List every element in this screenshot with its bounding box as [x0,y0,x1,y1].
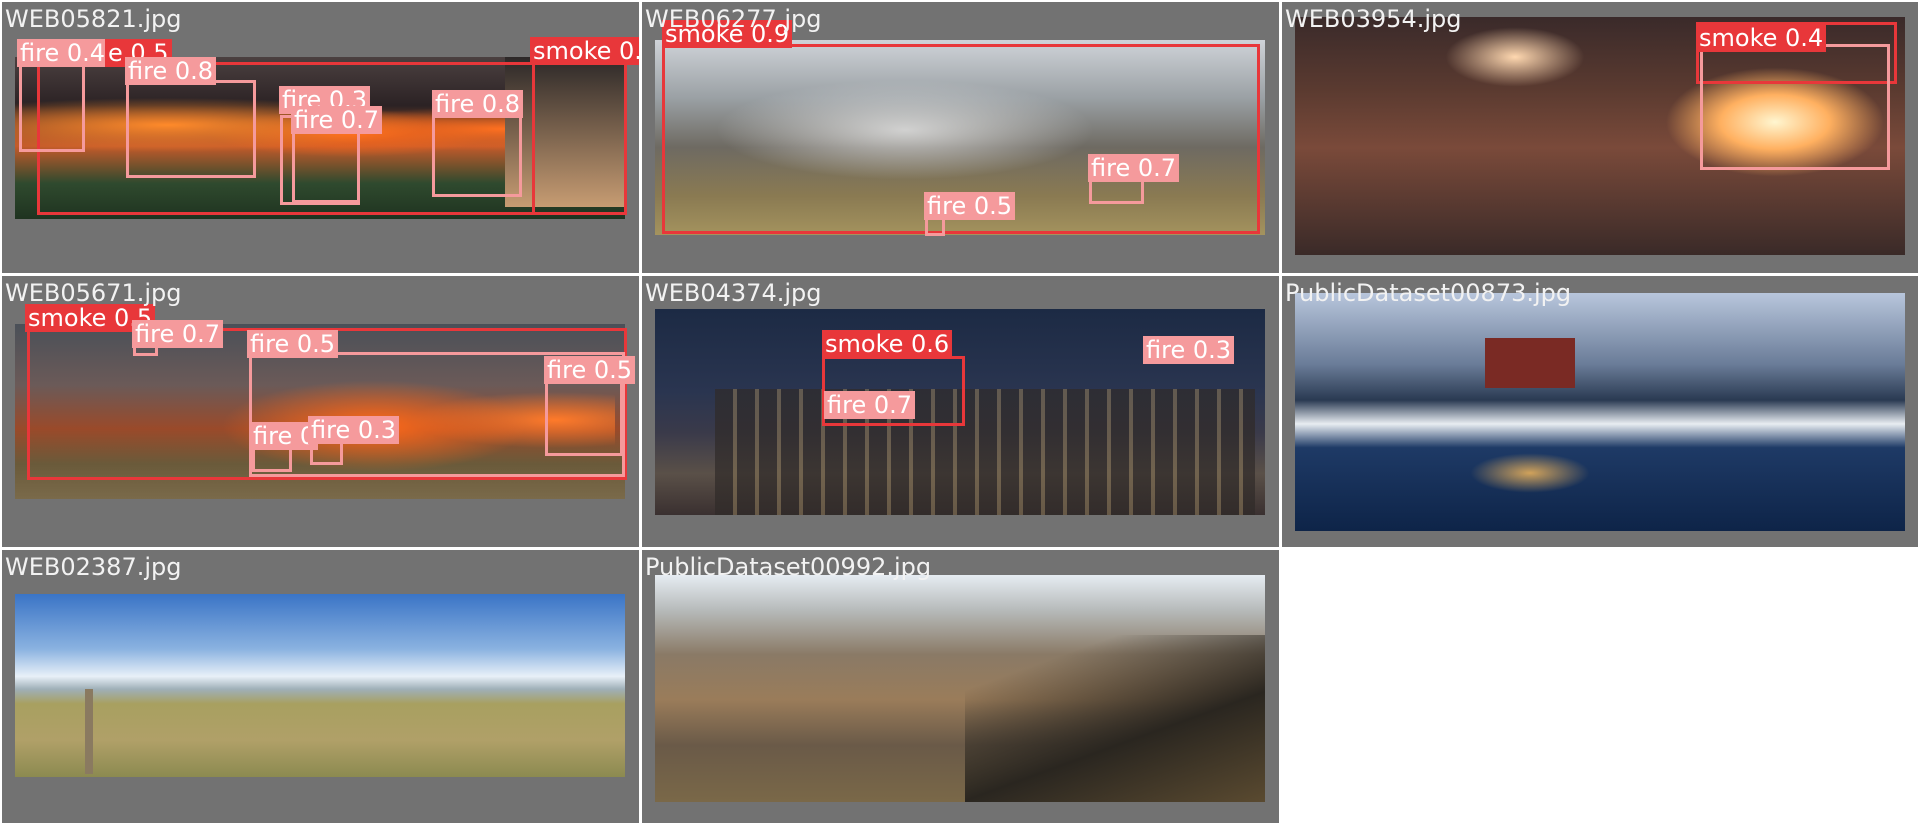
tile-filename: WEB02387.jpg [5,553,182,581]
tile-web03954: WEB03954.jpg smoke 0.4 [1282,2,1918,273]
detection-label: fire 0.5 [247,330,339,358]
tile-publicdataset00992: PublicDataset00992.jpg [642,550,1279,823]
winter-lake-photo [1295,293,1905,531]
fire-box [432,107,522,197]
detection-label: fire 0.3 [1143,336,1235,364]
tile-filename: PublicDataset00992.jpg [645,553,932,581]
detection-label: smoke 0.8 [530,37,639,65]
detection-label: fire 0.7 [132,320,224,348]
mountain-valley-photo [655,575,1265,802]
fire-box [19,60,85,152]
tile-filename: WEB04374.jpg [645,279,822,307]
fire-box [1700,44,1890,170]
detection-label: fire 0.4 [17,39,109,67]
tile-filename: WEB05671.jpg [5,279,182,307]
beach-field-photo [15,594,625,777]
tile-web06277: WEB06277.jpg smoke 0.9 fire 0.7 fire 0.5 [642,2,1279,273]
detection-label: fire 0.7 [291,106,383,134]
smoke-box [532,59,627,215]
tile-web05671: WEB05671.jpg smoke 0.5 fire 0.7 fire 0.5… [2,276,639,547]
fire-box [292,127,360,203]
detection-label: smoke 0.4 [1696,24,1827,52]
tile-web05821: WEB05821.jpg fire 0.4 e 0.5 fire 0.8 fir… [2,2,639,273]
tile-web04374: WEB04374.jpg smoke 0.6 fire 0.3 fire 0.7 [642,276,1279,547]
fire-box [126,80,256,178]
tile-filename: PublicDataset00873.jpg [1285,279,1572,307]
fire-box [545,376,623,456]
detection-label: fire 0.3 [308,416,400,444]
tile-filename: WEB03954.jpg [1285,5,1462,33]
tile-publicdataset00873: PublicDataset00873.jpg [1282,276,1918,547]
tile-filename: WEB05821.jpg [5,5,182,33]
detection-label: fire 0.7 [1088,154,1180,182]
detection-label: fire 0.5 [924,192,1016,220]
tile-web02387: WEB02387.jpg [2,550,639,823]
detection-label: fire 0.8 [125,57,217,85]
detection-label: fire 0.5 [544,356,636,384]
detection-label: fire 0.7 [824,391,916,419]
tile-filename: WEB06277.jpg [645,5,822,33]
detection-label: fire 0.8 [432,90,524,118]
detection-label: smoke 0.6 [822,330,953,358]
